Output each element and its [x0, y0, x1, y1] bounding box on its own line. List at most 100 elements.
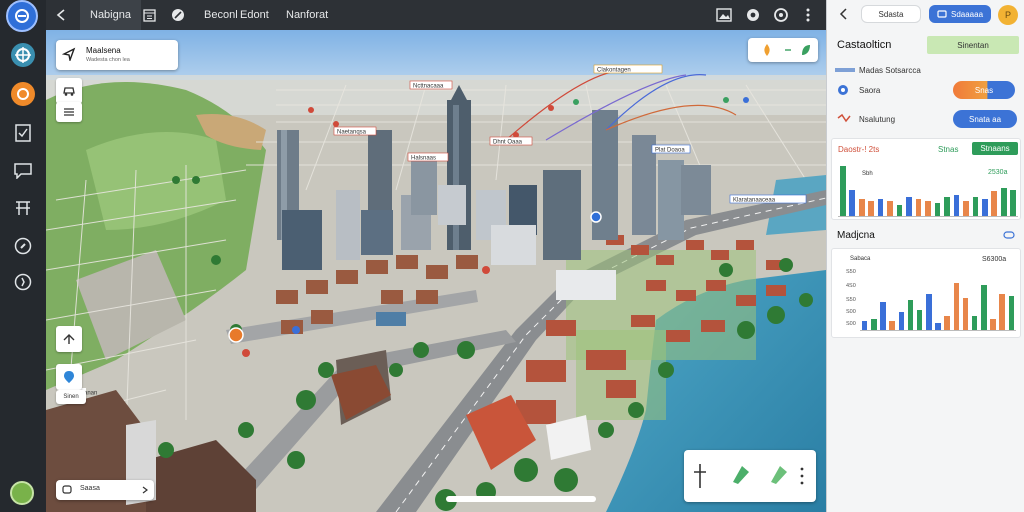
tool-tray [684, 450, 816, 502]
map-view[interactable]: Ncttnacaaa Clakontagen Naetanqsa Halsnaa… [46, 30, 826, 512]
top-toolbar: Nabigna Beconl Edont Nanforat [46, 0, 826, 30]
chart-bar [858, 199, 865, 217]
panel-subtitle: Madas Sotsarcca [859, 66, 921, 75]
info-icon[interactable] [8, 267, 38, 297]
chart-1-badge: Stnaans [972, 142, 1018, 155]
chart-2-stat: S6300a [982, 256, 1007, 263]
map-tag-label: Clakontagen [597, 68, 631, 74]
clipboard-icon[interactable] [8, 118, 38, 148]
map-tag-label: Naetanqsa [337, 130, 367, 136]
panel-title: Castaolticn [837, 39, 892, 51]
map-tag-label: Plat Doaoa [655, 148, 685, 154]
draw-tool-icon[interactable] [730, 462, 752, 486]
chart-2-y-tick: S50 [846, 297, 856, 303]
layers-icon[interactable] [8, 79, 38, 109]
chart-bar [887, 201, 893, 217]
location-search-card[interactable]: Maalsena Wadesta chon lea [56, 40, 178, 70]
route-button[interactable] [56, 326, 82, 352]
link-icon[interactable] [1003, 230, 1015, 240]
chart-bar [916, 310, 923, 331]
chart-bar [934, 203, 941, 217]
map-tag-label: Ncttnacaaa [413, 84, 444, 90]
chart-bar [971, 316, 978, 331]
analytics-panel: Sdasta Sdaaaaa P Castaolticn Sinentan Ma… [826, 0, 1024, 512]
map-style-control[interactable] [748, 38, 818, 62]
chart-bar [906, 197, 912, 217]
chart-2-legend: Sabaca [850, 256, 871, 262]
settings-icon[interactable] [746, 0, 760, 30]
chart-card-2: Sabaca S6300a S50 4S0 S50 S00 S00 [831, 248, 1021, 338]
chart-2-y-tick: 4S0 [846, 283, 856, 289]
chart-bar [898, 312, 905, 331]
chart-bar [907, 299, 914, 331]
settings-gear-icon [838, 85, 848, 95]
share-button[interactable]: Sdaaaaa [929, 5, 991, 23]
row-2-label: Nsalutung [859, 115, 896, 124]
back-icon[interactable] [56, 0, 66, 30]
menu-item-nanforat[interactable]: Nanforat [286, 0, 328, 30]
calendar-icon[interactable] [143, 0, 156, 30]
chart-card-1: Daostr-! 2ts Stnas Stnaans Sbh 2530a [831, 138, 1021, 220]
leaf-icon[interactable] [171, 0, 185, 30]
globe-icon[interactable] [8, 40, 38, 70]
tab-navigation[interactable]: Nabigna [80, 0, 141, 30]
section-2-title: Madjcna [837, 230, 875, 241]
chart-bar [849, 189, 856, 217]
chart-bar [1010, 189, 1017, 217]
route-icon [63, 334, 75, 344]
timeline-scrubber[interactable] [446, 496, 596, 502]
chart-1-title: Daostr-! 2ts [838, 145, 880, 154]
panel-back-icon[interactable] [839, 8, 847, 20]
chart-bar [880, 301, 886, 331]
menu-item-edont[interactable]: Edont [240, 0, 269, 30]
location-title: Maalsena [86, 46, 121, 55]
row-1-toggle[interactable]: Snas [953, 81, 1015, 99]
app-logo-icon[interactable] [6, 0, 38, 32]
panel-user-avatar[interactable]: P [998, 5, 1018, 25]
measure-tool-icon[interactable] [768, 462, 790, 486]
list-icon [64, 108, 74, 116]
row-2-button[interactable]: Snata aa [953, 110, 1017, 128]
chart-bar [1000, 187, 1007, 217]
chat-icon[interactable] [8, 156, 38, 186]
navigate-icon [62, 47, 76, 61]
left-rail [0, 0, 46, 512]
car-mode-button[interactable] [56, 78, 82, 104]
chart-bar [962, 297, 969, 331]
chart-bar [944, 316, 950, 331]
map-tag-label: Halsnaas [411, 156, 436, 162]
bottom-search-bar[interactable]: Saasa [56, 480, 154, 500]
tray-more-icon[interactable] [800, 466, 804, 486]
chart-bar [944, 197, 950, 217]
city-map-canvas[interactable]: Ncttnacaaa Clakontagen Naetanqsa Halsnaa… [46, 30, 826, 512]
refresh-icon[interactable] [774, 0, 788, 30]
panel-search-input[interactable]: Sdasta [861, 5, 921, 23]
location-pin-icon [64, 371, 74, 383]
tab-navigation-label: Nabigna [90, 9, 131, 21]
chart-1-stat: Stnas [938, 145, 959, 154]
pin-tool-icon[interactable] [692, 462, 708, 490]
image-icon[interactable] [716, 0, 732, 30]
table-icon[interactable] [8, 193, 38, 223]
list-view-button[interactable] [56, 102, 82, 122]
leaf-icon [802, 45, 810, 55]
compass-icon[interactable] [8, 231, 38, 261]
chart-bar [1008, 295, 1015, 331]
user-avatar[interactable] [10, 481, 34, 505]
chart-bar [963, 201, 969, 217]
chart-2-y-tick: S50 [846, 269, 856, 275]
chart-bar [981, 285, 987, 331]
share-button-label: Sdaaaaa [950, 9, 984, 19]
more-menu-icon[interactable] [806, 0, 810, 30]
chart-bar [982, 199, 988, 217]
flame-icon [764, 44, 770, 56]
chart-bar [915, 199, 922, 217]
locate-button[interactable] [56, 364, 82, 390]
chart-bar [953, 283, 960, 331]
chart-bar [953, 195, 960, 217]
car-icon [63, 87, 75, 96]
chart-bar [991, 191, 998, 217]
chart-2-plot [860, 279, 1016, 331]
menu-item-beconl[interactable]: Beconl [204, 0, 238, 30]
chart-1-plot [838, 163, 1018, 217]
